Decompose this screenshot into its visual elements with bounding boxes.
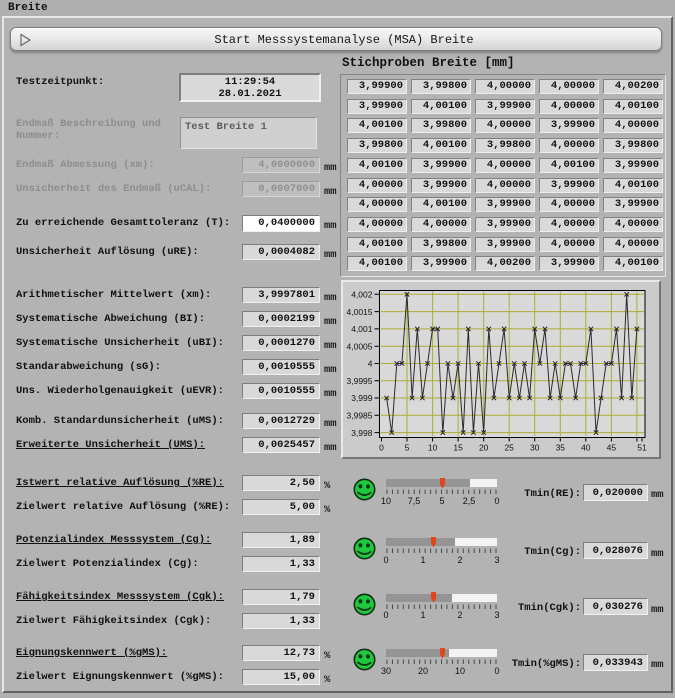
svg-text:4,001: 4,001 — [351, 324, 373, 334]
svg-text:25: 25 — [504, 443, 514, 453]
svg-text:30: 30 — [530, 443, 540, 453]
svg-text:40: 40 — [581, 443, 591, 453]
svg-text:51: 51 — [637, 443, 647, 453]
svg-text:4,0015: 4,0015 — [347, 307, 373, 317]
svg-text:3,9985: 3,9985 — [347, 411, 373, 421]
svg-text:3,9995: 3,9995 — [347, 376, 373, 386]
svg-text:4,002: 4,002 — [351, 290, 373, 300]
svg-text:10: 10 — [428, 443, 438, 453]
svg-text:4: 4 — [368, 359, 373, 369]
svg-text:35: 35 — [556, 443, 566, 453]
svg-text:15: 15 — [453, 443, 463, 453]
svg-text:3,999: 3,999 — [351, 393, 373, 403]
svg-text:45: 45 — [607, 443, 617, 453]
svg-text:5: 5 — [405, 443, 410, 453]
svg-text:20: 20 — [479, 443, 489, 453]
svg-text:0: 0 — [379, 443, 384, 453]
svg-text:4,0005: 4,0005 — [347, 341, 373, 351]
svg-text:3,998: 3,998 — [351, 428, 373, 438]
